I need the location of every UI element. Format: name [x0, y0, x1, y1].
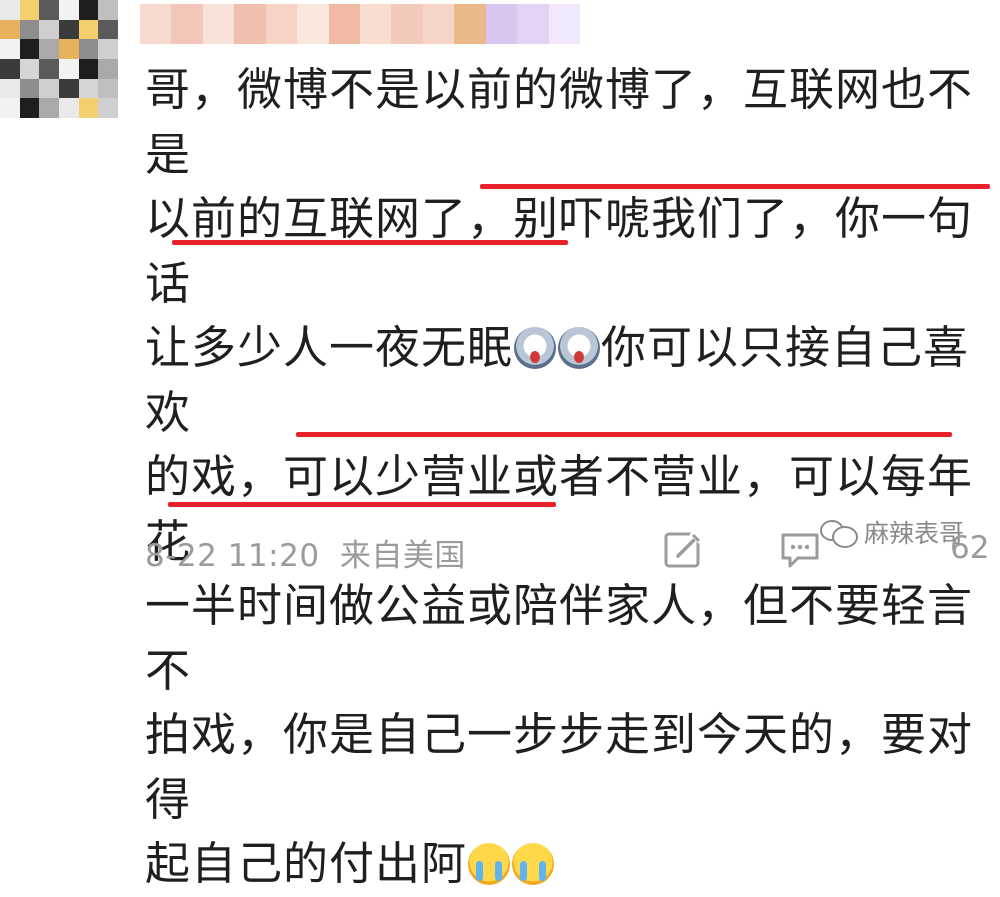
avatar[interactable]	[0, 0, 118, 118]
highlight-underline	[480, 184, 990, 189]
highlight-underline	[172, 240, 568, 245]
comment-bubble-icon[interactable]	[778, 530, 822, 570]
watermark: 麻辣表哥	[820, 514, 964, 550]
wow-face-emoji-icon	[558, 327, 601, 369]
comment-line-1: 哥，微博不是以前的微博了，互联网也不是	[145, 63, 974, 181]
watermark-text: 麻辣表哥	[864, 519, 965, 548]
crying-face-emoji-icon	[468, 843, 511, 885]
comment-meta: 8-22 11:20 来自美国	[145, 530, 466, 575]
crying-face-emoji-icon	[512, 843, 555, 885]
timestamp: 8-22 11:20	[145, 538, 320, 574]
repost-edit-icon[interactable]	[662, 528, 706, 572]
highlight-underline	[296, 432, 952, 437]
source-location: 来自美国	[339, 538, 466, 574]
comment-line-2: 以前的互联网了，别吓唬我们了，你一句话	[145, 192, 974, 310]
wow-face-emoji-icon	[514, 327, 557, 369]
comment-line-5: 一半时间做公益或陪伴家人，但不要轻言不	[145, 579, 974, 697]
comment-line-6: 拍戏，你是自己一步步走到今天的，要对得	[145, 708, 974, 826]
comment-line-3: 让多少人一夜无眠	[145, 321, 514, 374]
wechat-icon	[820, 518, 858, 548]
highlight-underline	[168, 502, 556, 507]
comment-line-7: 起自己的付出阿	[145, 837, 468, 890]
username-blurred[interactable]	[140, 4, 580, 44]
like-count[interactable]: 62	[950, 530, 989, 566]
